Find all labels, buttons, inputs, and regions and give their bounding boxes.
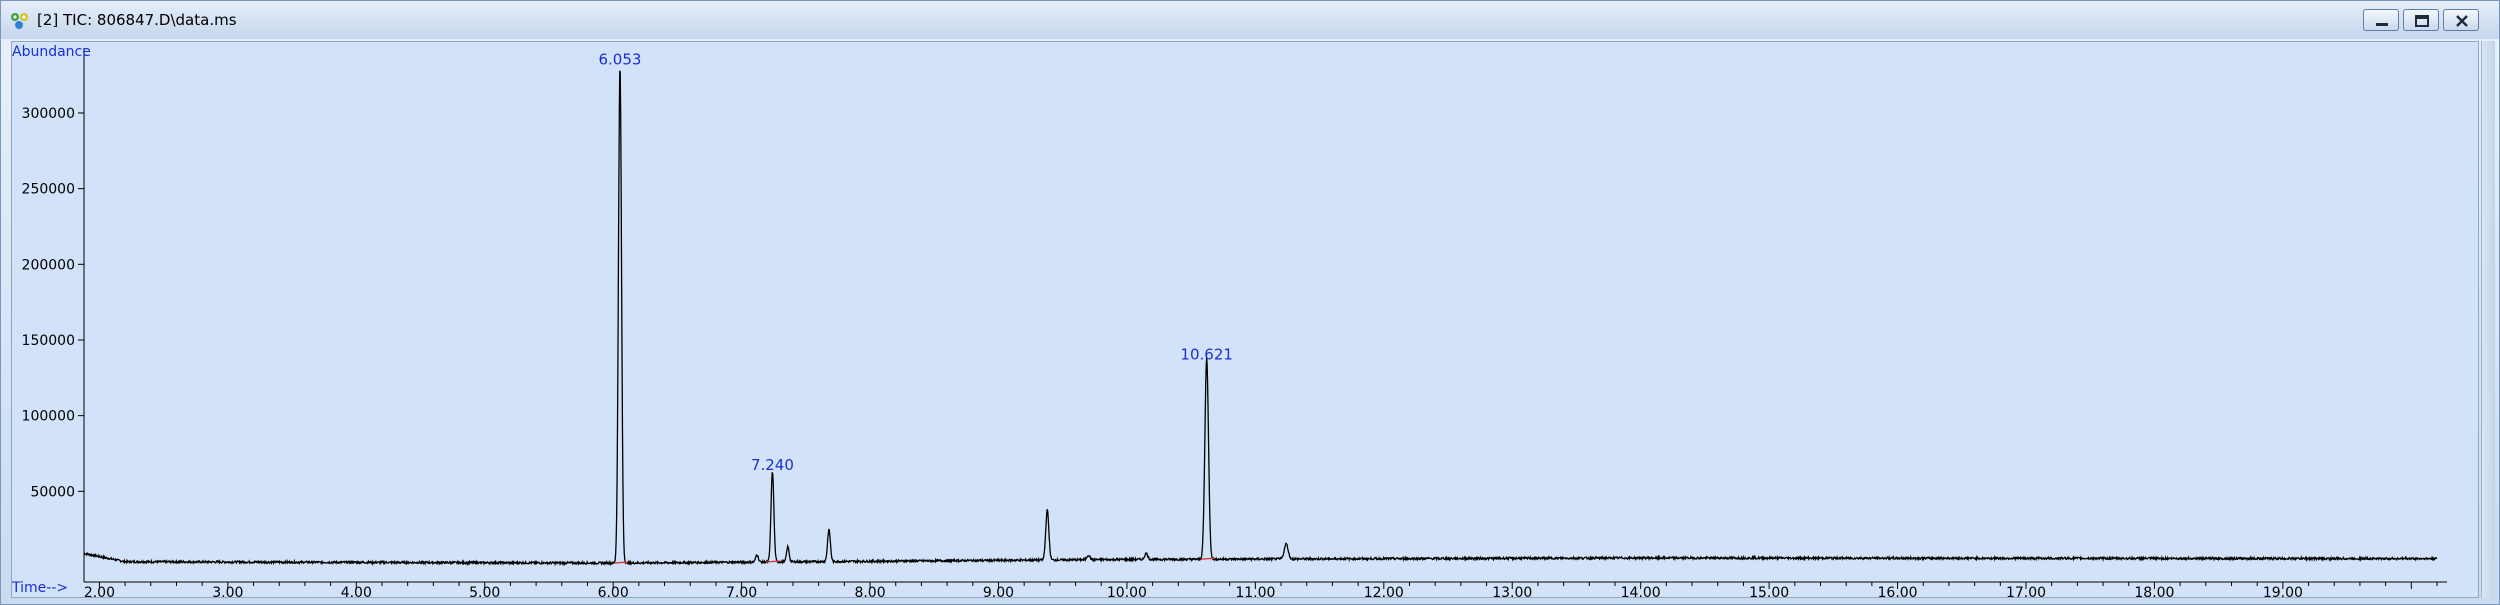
peak-label-layer: 6.053 7.240 10.621 bbox=[598, 51, 1232, 475]
x-tick-label: 3.00 bbox=[212, 585, 243, 597]
restore-icon bbox=[2415, 15, 2429, 27]
chemstation-app-icon bbox=[11, 13, 28, 29]
integration-mark bbox=[613, 561, 629, 564]
peak-label: 6.053 bbox=[598, 51, 641, 69]
x-tick-label: 8.00 bbox=[854, 585, 885, 597]
restore-button[interactable] bbox=[2403, 9, 2439, 31]
integration-mark bbox=[766, 560, 781, 563]
x-tick-label: 13.00 bbox=[1492, 585, 1532, 597]
x-tick-label: 16.00 bbox=[1878, 585, 1918, 597]
peak-label: 10.621 bbox=[1180, 346, 1233, 364]
y-tick-label: 150000 bbox=[22, 333, 75, 349]
x-tick-label: 18.00 bbox=[2134, 585, 2174, 597]
x-tick-label: 9.00 bbox=[983, 585, 1014, 597]
close-icon bbox=[2456, 15, 2468, 27]
y-tick-label: 100000 bbox=[22, 409, 75, 425]
tic-chromatogram-chart[interactable]: Abundance Time--> 50000 100000 150000 200000… bbox=[11, 42, 2478, 601]
chart-axes: Abundance Time--> bbox=[11, 44, 2447, 596]
tic-trace-layer bbox=[83, 70, 2438, 567]
y-axis-label: Abundance bbox=[12, 44, 91, 60]
vertical-scroll-edge[interactable] bbox=[2481, 41, 2495, 598]
x-tick-label: 7.00 bbox=[726, 585, 757, 597]
x-tick-label: 10.00 bbox=[1107, 585, 1147, 597]
integration-mark bbox=[1200, 557, 1215, 560]
plot-area[interactable]: Abundance Time--> 50000 100000 150000 200000… bbox=[11, 41, 2479, 601]
y-tick-label: 300000 bbox=[22, 106, 75, 122]
title-bar[interactable]: [2] TIC: 806847.D\data.ms bbox=[1, 1, 2499, 39]
x-tick-label: 5.00 bbox=[469, 585, 500, 597]
x-tick-label: 15.00 bbox=[1749, 585, 1789, 597]
close-button[interactable] bbox=[2443, 9, 2479, 31]
x-axis-label: Time--> bbox=[12, 580, 68, 596]
x-tick-label: 12.00 bbox=[1364, 585, 1404, 597]
tic-trace bbox=[83, 70, 2438, 567]
x-tick-label: 2.00 bbox=[84, 585, 115, 597]
x-tick-label: 17.00 bbox=[2006, 585, 2046, 597]
y-tick-label: 50000 bbox=[30, 484, 75, 500]
minimize-button[interactable] bbox=[2363, 9, 2399, 31]
y-tick-label: 250000 bbox=[22, 182, 75, 198]
x-tick-label: 11.00 bbox=[1235, 585, 1275, 597]
x-tick-label: 4.00 bbox=[341, 585, 372, 597]
peak-label: 7.240 bbox=[751, 456, 794, 474]
minimize-icon bbox=[2376, 23, 2388, 26]
y-tick-label: 200000 bbox=[22, 257, 75, 273]
x-tick-label: 6.00 bbox=[598, 585, 629, 597]
chromatogram-window: [2] TIC: 806847.D\data.ms Abundance Time-… bbox=[0, 0, 2500, 605]
x-tick-label: 19.00 bbox=[2263, 585, 2303, 597]
window-title: [2] TIC: 806847.D\data.ms bbox=[37, 11, 237, 29]
x-tick-label: 14.00 bbox=[1621, 585, 1661, 597]
